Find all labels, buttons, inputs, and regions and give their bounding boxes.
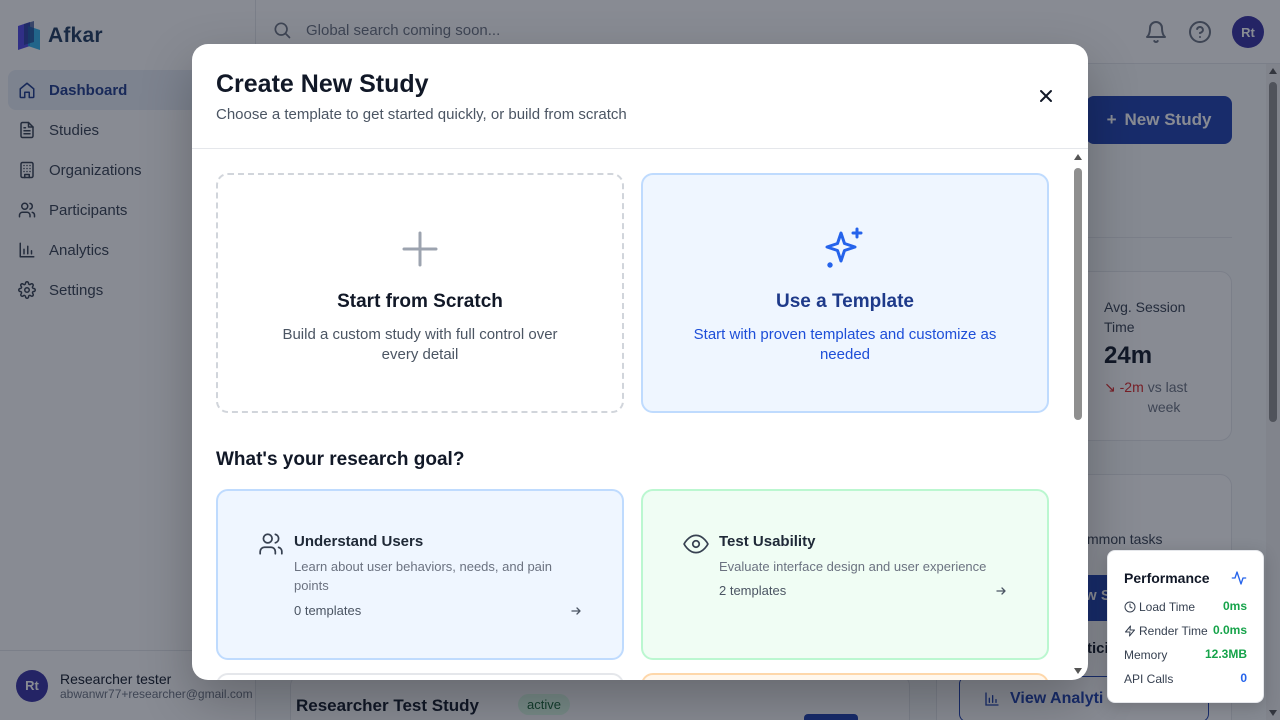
goal-card-understand-users[interactable]: Understand Users Learn about user behavi…	[216, 489, 624, 660]
goal-card-partial[interactable]	[641, 673, 1049, 680]
users-icon	[259, 533, 283, 555]
lightning-icon	[1125, 625, 1135, 637]
perf-row-api-calls: API Calls 0	[1124, 671, 1247, 686]
sparkles-icon	[825, 227, 863, 268]
scroll-down-arrow-icon[interactable]	[1074, 668, 1082, 674]
goal-card-test-usability[interactable]: Test Usability Evaluate interface design…	[641, 489, 1049, 660]
goal-card-partial[interactable]	[216, 673, 624, 680]
choice-title: Start from Scratch	[337, 291, 503, 312]
perf-row-render-time: Render Time 0.0ms	[1124, 623, 1247, 639]
perf-value: 0ms	[1222, 599, 1247, 613]
modal-body: Start from Scratch Build a custom study …	[192, 149, 1088, 680]
goal-title: Test Usability	[719, 533, 816, 550]
perf-row-load-time: Load Time 0ms	[1124, 599, 1247, 615]
template-count: 2 templates	[719, 583, 787, 598]
research-goal-heading: What's your research goal?	[216, 449, 465, 470]
goal-description: Evaluate interface design and user exper…	[719, 559, 987, 574]
close-icon	[1040, 90, 1052, 102]
eye-icon	[683, 534, 709, 554]
modal-subtitle: Choose a template to get started quickly…	[216, 106, 627, 123]
close-button[interactable]	[1034, 84, 1058, 108]
choice-description: Start with proven templates and customiz…	[693, 326, 997, 363]
goal-description: Learn about user behaviors, needs, and p…	[294, 559, 553, 593]
template-count: 0 templates	[294, 603, 362, 618]
modal-scrollbar[interactable]	[1072, 152, 1084, 676]
scrollbar-thumb[interactable]	[1074, 168, 1082, 420]
scroll-up-arrow-icon[interactable]	[1074, 154, 1082, 160]
performance-title: Performance	[1124, 570, 1210, 586]
activity-icon	[1231, 571, 1247, 585]
modal-title: Create New Study	[216, 70, 429, 98]
arrow-right-icon	[996, 587, 1006, 595]
goal-title: Understand Users	[294, 533, 424, 550]
plus-icon	[402, 231, 438, 267]
choice-title: Use a Template	[776, 291, 914, 312]
performance-widget[interactable]: Performance Load Time 0ms Render Time 0.…	[1107, 550, 1264, 703]
modal-header: Create New Study Choose a template to ge…	[192, 44, 1088, 149]
start-from-scratch-card[interactable]: Start from Scratch Build a custom study …	[216, 173, 624, 413]
perf-value: 0.0ms	[1212, 623, 1247, 637]
choice-description: Build a custom study with full control o…	[282, 326, 558, 363]
clock-icon	[1124, 601, 1136, 613]
perf-row-memory: Memory 12.3MB	[1124, 647, 1247, 662]
perf-value: 12.3MB	[1204, 647, 1247, 661]
create-study-modal: Create New Study Choose a template to ge…	[192, 44, 1088, 680]
perf-value: 0	[1240, 671, 1247, 685]
use-template-card[interactable]: Use a Template Start with proven templat…	[641, 173, 1049, 413]
arrow-right-icon	[571, 607, 581, 615]
